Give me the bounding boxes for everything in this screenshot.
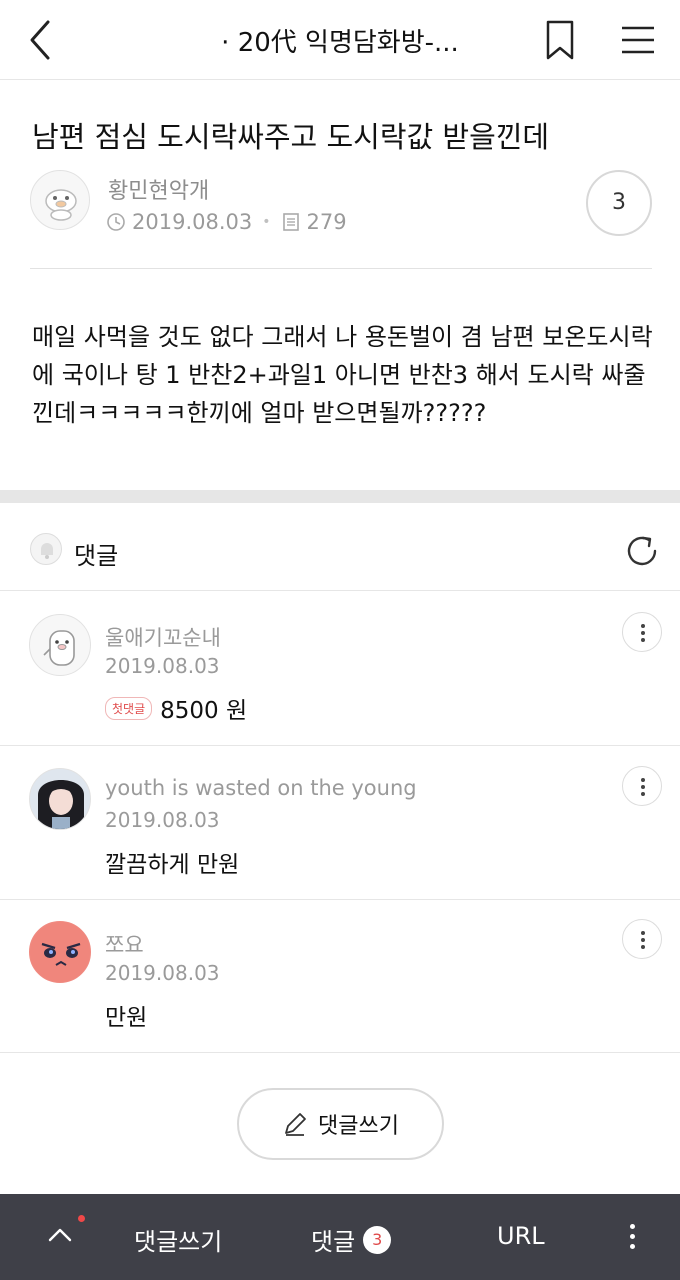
comment-text: 8500 원 (160, 698, 248, 724)
bell-icon[interactable] (30, 533, 62, 565)
commenter-name[interactable]: 울애기꼬순내 (105, 622, 221, 652)
notification-dot (78, 1215, 85, 1222)
back-chevron-icon[interactable] (22, 18, 62, 62)
comment-text-row: 깔끔하게 만원 (105, 845, 239, 879)
post-title: 남편 점심 도시락싸주고 도시락값 받을낀데 (32, 120, 550, 154)
clock-icon (106, 212, 126, 232)
comment-text: 깔끔하게 만원 (105, 852, 240, 878)
write-comment-button[interactable]: 댓글쓰기 (237, 1088, 444, 1160)
commenter-avatar[interactable] (29, 614, 91, 676)
board-title[interactable]: · 20代 익명담화방-... (150, 22, 530, 59)
comments-label: 댓글 (74, 542, 119, 570)
meta-separator: • (262, 214, 271, 230)
comment-item: 쪼요 2019.08.03 만원 (0, 899, 680, 1053)
comment-date: 2019.08.03 (105, 961, 220, 985)
comment-text: 만원 (105, 1005, 148, 1031)
bottom-url[interactable]: URL (497, 1222, 545, 1250)
more-options-icon[interactable] (622, 766, 662, 806)
comment-date: 2019.08.03 (105, 654, 220, 678)
pencil-icon (285, 1113, 306, 1136)
first-comment-badge: 첫댓글 (105, 696, 153, 720)
bottom-comments[interactable]: 댓글 3 (311, 1222, 392, 1257)
refresh-icon[interactable] (622, 531, 662, 571)
more-options-icon[interactable] (622, 612, 662, 652)
views-document-icon (281, 212, 301, 232)
bottom-comments-label: 댓글 (311, 1228, 356, 1256)
author-name[interactable]: 황민현악개 (108, 173, 209, 205)
section-separator (0, 490, 680, 503)
commenter-name[interactable]: 쪼요 (105, 929, 144, 959)
post-meta: 2019.08.03 • 279 (106, 210, 347, 234)
commenter-avatar[interactable] (29, 921, 91, 983)
author-avatar[interactable] (30, 170, 90, 230)
comments-header: 댓글 (0, 503, 680, 591)
comment-date: 2019.08.03 (105, 808, 220, 832)
vertical-dots-icon[interactable] (620, 1218, 644, 1256)
post-date: 2019.08.03 (132, 210, 253, 234)
divider (30, 268, 652, 269)
comment-count-button[interactable]: 3 (586, 170, 652, 236)
comment-item: youth is wasted on the young 2019.08.03 … (0, 746, 680, 900)
hamburger-menu-icon[interactable] (616, 20, 660, 60)
commenter-name[interactable]: youth is wasted on the young (105, 776, 417, 800)
comment-item: 울애기꼬순내 2019.08.03 첫댓글 8500 원 (0, 592, 680, 746)
comment-text-row: 만원 (105, 998, 147, 1032)
bottom-comments-count: 3 (363, 1225, 392, 1254)
comment-text-row: 첫댓글 8500 원 (105, 691, 247, 725)
post-body: 매일 사먹을 것도 없다 그래서 나 용돈벌이 겸 남편 보온도시락에 국이나 … (32, 323, 653, 427)
commenter-avatar[interactable] (29, 768, 91, 830)
bottom-bar: 댓글쓰기 댓글 3 URL (0, 1194, 680, 1280)
write-comment-label: 댓글쓰기 (318, 1114, 399, 1139)
bookmark-icon[interactable] (540, 18, 580, 62)
post-views: 279 (306, 210, 347, 234)
scroll-up-chevron-icon[interactable] (44, 1215, 85, 1256)
bottom-write-comment[interactable]: 댓글쓰기 (134, 1222, 222, 1257)
top-bar: · 20代 익명담화방-... (0, 0, 680, 80)
more-options-icon[interactable] (622, 919, 662, 959)
